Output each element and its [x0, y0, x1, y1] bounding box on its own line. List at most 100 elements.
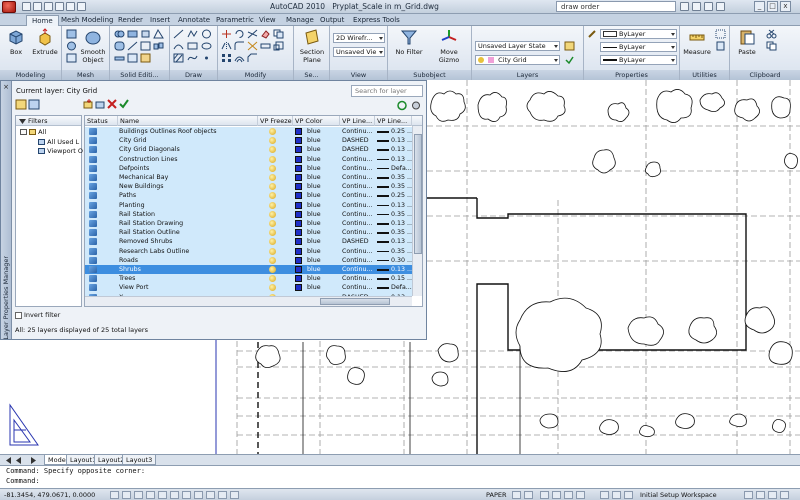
- layer-state-dropdown[interactable]: Unsaved Layer State: [475, 41, 560, 51]
- layer-name[interactable]: City Grid: [119, 136, 257, 145]
- vp-linetype[interactable]: Continu...: [342, 155, 375, 164]
- tab-home[interactable]: Home: [26, 15, 59, 26]
- vp-color-swatch[interactable]: [295, 183, 302, 191]
- minimize-button[interactable]: _: [754, 1, 765, 12]
- tab-view[interactable]: View: [254, 15, 281, 26]
- communication-center-icon[interactable]: [692, 2, 701, 11]
- intersect-icon[interactable]: [140, 29, 151, 39]
- vp-color-swatch[interactable]: [295, 238, 302, 246]
- layer-row[interactable]: Construction Lines blue Continu... 0.13 ...: [85, 154, 412, 164]
- vp-lineweight[interactable]: 0.13 ...: [391, 155, 412, 164]
- vp-color-name[interactable]: blue: [307, 247, 337, 256]
- vp-linetype[interactable]: DASHED: [342, 145, 375, 154]
- layer-name[interactable]: New Buildings: [119, 182, 257, 191]
- layer-status-icon[interactable]: [89, 192, 97, 200]
- layer-status-icon[interactable]: [89, 275, 97, 283]
- vp-color-name[interactable]: blue: [307, 191, 337, 200]
- undo-icon[interactable]: [55, 2, 64, 11]
- lineweight-icon[interactable]: [218, 491, 227, 499]
- vp-freeze-icon[interactable]: [269, 247, 276, 255]
- vp-linetype[interactable]: DASHED: [342, 136, 375, 145]
- vertical-scroll-thumb[interactable]: [414, 134, 422, 254]
- vp-lineweight[interactable]: 0.35 ...: [391, 173, 412, 182]
- vp-freeze-icon[interactable]: [269, 155, 276, 163]
- layer-search-input[interactable]: Search for layer: [351, 85, 423, 97]
- erase-icon[interactable]: [260, 29, 271, 39]
- vp-color-name[interactable]: blue: [307, 256, 337, 265]
- vp-color-swatch[interactable]: [295, 137, 302, 145]
- vp-linetype[interactable]: Continu...: [342, 210, 375, 219]
- vp-color-swatch[interactable]: [295, 146, 302, 154]
- vp-freeze-icon[interactable]: [269, 174, 276, 181]
- mesh-smooth-more-icon[interactable]: [66, 41, 77, 51]
- line-icon[interactable]: [173, 29, 184, 39]
- isolate-objects-icon[interactable]: [768, 491, 777, 499]
- open-file-icon[interactable]: [33, 2, 42, 11]
- command-line[interactable]: Command: Specify opposite corner: Comman…: [0, 465, 800, 488]
- settings-icon[interactable]: [412, 101, 420, 110]
- vp-color-swatch[interactable]: [295, 201, 302, 209]
- plot-icon[interactable]: [77, 2, 86, 11]
- rectangle-icon[interactable]: [187, 41, 198, 51]
- next-layout-icon[interactable]: [31, 457, 36, 464]
- vertical-scrollbar[interactable]: [412, 126, 422, 296]
- paste-button[interactable]: Paste: [732, 28, 762, 56]
- search-icon[interactable]: [680, 2, 689, 11]
- column-header-vp-color[interactable]: VP Color: [293, 116, 340, 126]
- vp-linetype[interactable]: Continu...: [342, 173, 375, 182]
- vp-freeze-icon[interactable]: [269, 284, 276, 292]
- coordinates-readout[interactable]: -81.3454, 479.0671, 0.0000: [4, 490, 95, 500]
- subtract-icon[interactable]: [127, 29, 138, 39]
- polyline-icon[interactable]: [187, 29, 198, 39]
- layer-name[interactable]: City Grid Diagonals: [119, 145, 257, 154]
- vp-lineweight[interactable]: 0.35 ...: [391, 210, 412, 219]
- vp-linetype[interactable]: Continu...: [342, 283, 375, 292]
- first-layout-icon[interactable]: [6, 457, 11, 464]
- vp-color-name[interactable]: blue: [307, 155, 337, 164]
- array-icon[interactable]: [221, 53, 232, 63]
- layer-status-icon[interactable]: [89, 137, 97, 145]
- tab-express-tools[interactable]: Express Tools: [348, 15, 405, 26]
- vp-color-name[interactable]: blue: [307, 127, 337, 136]
- layer-row[interactable]: Mechanical Bay blue Continu... 0.35 ...: [85, 173, 412, 183]
- vp-lineweight[interactable]: 0.15 ...: [391, 274, 412, 283]
- quick-select-icon[interactable]: [715, 29, 726, 39]
- stretch-icon[interactable]: [260, 41, 271, 51]
- vp-color-swatch[interactable]: [295, 210, 302, 218]
- match-properties-icon[interactable]: [587, 29, 598, 39]
- layer-row[interactable]: Removed Shrubs blue DASHED 0.13 ...: [85, 237, 412, 247]
- hatch-icon[interactable]: [173, 53, 184, 63]
- layer-name[interactable]: Mechanical Bay: [119, 173, 257, 182]
- layer-name[interactable]: View Port: [119, 283, 257, 292]
- layer-row[interactable]: Rail Station Drawing blue Continu... 0.13 .…: [85, 219, 412, 229]
- layer-row[interactable]: Rail Station Outline blue Continu... 0.35 .…: [85, 228, 412, 238]
- vp-color-swatch[interactable]: [295, 192, 302, 200]
- offset-icon[interactable]: [234, 53, 245, 63]
- new-file-icon[interactable]: [22, 2, 31, 11]
- layout-tab-layout3[interactable]: Layout3: [122, 455, 157, 465]
- delete-layer-icon[interactable]: [107, 99, 117, 109]
- spline-icon[interactable]: [187, 53, 198, 63]
- dynamic-ucs-icon[interactable]: [194, 491, 203, 499]
- redo-icon[interactable]: [66, 2, 75, 11]
- dynamic-input-icon[interactable]: [206, 491, 215, 499]
- infocenter-search-input[interactable]: draw order: [556, 1, 676, 12]
- invert-filter-checkbox[interactable]: [15, 311, 22, 319]
- layer-status-icon[interactable]: [89, 183, 97, 191]
- ortho-mode-icon[interactable]: [134, 491, 143, 499]
- tab-parametric[interactable]: Parametric: [211, 15, 259, 26]
- favorites-icon[interactable]: [704, 2, 713, 11]
- vp-color-swatch[interactable]: [295, 266, 302, 273]
- linetype-dropdown[interactable]: ByLayer: [600, 42, 677, 52]
- save-icon[interactable]: [44, 2, 53, 11]
- layer-name[interactable]: Trees: [119, 274, 257, 283]
- layer-status-icon[interactable]: [89, 284, 97, 292]
- box-button[interactable]: Box: [1, 28, 31, 56]
- new-property-filter-icon[interactable]: [15, 99, 27, 110]
- named-view-dropdown[interactable]: Unsaved Vie: [333, 47, 385, 57]
- vp-color-name[interactable]: blue: [307, 164, 337, 173]
- tab-mesh-modeling[interactable]: Mesh Modeling: [56, 15, 119, 26]
- layer-row[interactable]: Defpoints blue Continu... Defa...: [85, 163, 412, 173]
- layer-row[interactable]: View Port blue Continu... Defa...: [85, 283, 412, 293]
- layer-row[interactable]: Rail Station blue Continu... 0.35 ...: [85, 209, 412, 219]
